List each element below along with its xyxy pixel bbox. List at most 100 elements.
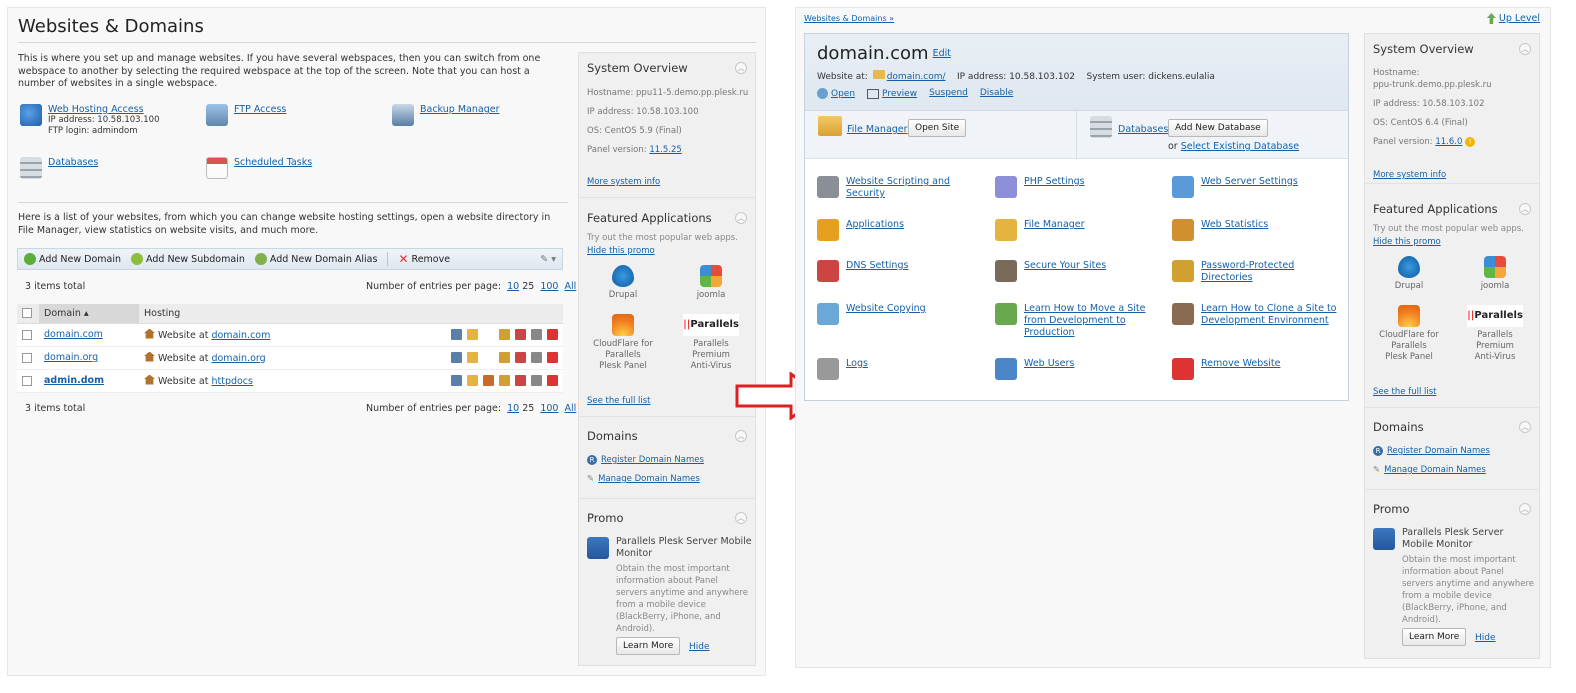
up-level[interactable]: Up Level [1486,13,1540,24]
hide-promo-box-link[interactable]: Hide [1475,633,1496,643]
flag-icon[interactable] [547,352,558,363]
log-icon[interactable] [531,375,542,386]
tools-menu-button[interactable]: ✎ ▾ [540,254,556,265]
open-site-button[interactable]: Open Site [908,119,967,137]
learn-more-button[interactable]: Learn More [616,637,681,655]
warning-icon[interactable]: ! [1465,137,1476,147]
manage-domains-link[interactable]: Manage Domain Names [598,474,700,484]
domain-link[interactable]: domain.org [44,352,98,363]
page-size-10[interactable]: 10 [507,403,519,414]
feature-copy[interactable]: Website Copying [817,303,982,325]
folder-icon[interactable] [467,352,478,363]
domain-link[interactable]: admin.dom [44,375,104,386]
hide-promo-link[interactable]: Hide this promo [587,246,655,256]
hosting-link[interactable]: httpdocs [211,376,253,387]
tool-databases[interactable]: Databases [20,157,98,179]
select-existing-db-link[interactable]: Select Existing Database [1181,141,1299,152]
app-cloudflare[interactable]: CloudFlare for Parallels Plesk Panel [1379,305,1439,363]
feature-remove[interactable]: Remove Website [1172,358,1337,380]
disable-link[interactable]: Disable [980,88,1013,99]
collapse-icon[interactable]: ︿ [1519,503,1531,515]
image-icon[interactable] [515,375,526,386]
app-drupal[interactable]: Drupal [1379,256,1439,292]
domain-link[interactable]: domain.com [44,329,103,340]
add-domain-button[interactable]: Add New Domain [24,253,121,265]
flag-icon[interactable] [547,375,558,386]
page-size-all[interactable]: All [565,281,577,292]
tool-scheduled[interactable]: Scheduled Tasks [206,157,312,179]
feature-upload[interactable]: Learn How to Move a Site from Developmen… [995,303,1160,339]
log-icon[interactable] [531,329,542,340]
feature-gear[interactable]: Applications [817,219,982,241]
feature-folder[interactable]: File Manager [995,219,1160,241]
open-action[interactable]: Open [817,88,855,99]
full-list-link[interactable]: See the full list [587,396,651,406]
app-parallels-av[interactable]: ||Parallels Parallels Premium Anti-Virus [681,314,741,372]
folder-icon[interactable] [467,375,478,386]
feature-house[interactable]: Learn How to Clone a Site to Development… [1172,303,1337,327]
page-size-25[interactable]: 25 [522,403,534,414]
feature-statistics[interactable]: Web Statistics [1172,219,1337,241]
more-info-link[interactable]: More system info [587,177,660,187]
hosting-link[interactable]: domain.org [211,353,265,364]
feature-certificate[interactable]: Secure Your Sites [995,260,1160,282]
statistics-icon[interactable] [499,352,510,363]
app-cloudflare[interactable]: CloudFlare for Parallels Plesk Panel [593,314,653,372]
statistics-icon[interactable] [499,375,510,386]
page-size-all[interactable]: All [565,403,577,414]
collapse-icon[interactable]: ︿ [735,430,747,442]
feature-users[interactable]: Web Users [995,358,1160,380]
ftp-link[interactable]: FTP Access [234,104,286,115]
databases-link[interactable]: Databases [48,157,98,168]
tools-icon[interactable] [483,375,494,386]
collapse-icon[interactable]: ︿ [735,62,747,74]
backup-link[interactable]: Backup Manager [420,104,499,115]
row-checkbox[interactable] [22,375,32,386]
log-icon[interactable] [531,352,542,363]
tool-ftp[interactable]: FTP Access [206,104,286,126]
collapse-icon[interactable]: ︿ [1519,203,1531,215]
feature-scripting[interactable]: Website Scripting and Security [817,176,982,200]
page-size-10[interactable]: 10 [507,281,519,292]
image-icon[interactable] [515,352,526,363]
edit-link[interactable]: Edit [933,48,951,59]
row-checkbox[interactable] [22,329,32,340]
tool-web-hosting[interactable]: Web Hosting Access IP address: 10.58.103… [20,104,159,137]
panel-version-link[interactable]: 11.6.0 [1435,137,1462,147]
register-domains-link[interactable]: Register Domain Names [1387,446,1490,456]
file-manager-link[interactable]: File Manager [847,124,908,135]
feature-lock-folder[interactable]: Password-Protected Directories [1172,260,1337,284]
hide-promo-box-link[interactable]: Hide [689,642,710,652]
preview-action[interactable]: Preview [867,88,917,99]
up-level-link[interactable]: Up Level [1499,13,1540,24]
collapse-icon[interactable]: ︿ [1519,421,1531,433]
app-joomla[interactable]: joomla [681,265,741,301]
app-joomla[interactable]: joomla [1465,256,1525,292]
select-all-checkbox[interactable] [22,308,32,319]
page-size-100[interactable]: 100 [540,403,558,414]
databases-link[interactable]: Databases [1118,124,1168,135]
statistics-icon[interactable] [499,329,510,340]
scheduled-tasks-link[interactable]: Scheduled Tasks [234,157,312,168]
full-list-link[interactable]: See the full list [1373,387,1437,397]
panel-version-link[interactable]: 11.5.25 [649,145,681,155]
folder-icon[interactable] [467,329,478,340]
app-drupal[interactable]: Drupal [593,265,653,301]
collapse-icon[interactable]: ︿ [735,512,747,524]
page-size-100[interactable]: 100 [540,281,558,292]
feature-web-server[interactable]: Web Server Settings [1172,176,1337,198]
breadcrumb[interactable]: Websites & Domains » [804,14,894,23]
web-hosting-link[interactable]: Web Hosting Access [48,104,159,115]
add-alias-button[interactable]: Add New Domain Alias [254,253,377,265]
remove-button[interactable]: ✕ Remove [398,252,450,266]
row-checkbox[interactable] [22,352,32,363]
hosting-link[interactable]: domain.com [211,330,270,341]
preview-icon[interactable] [451,329,462,340]
add-subdomain-button[interactable]: Add New Subdomain [131,253,245,265]
preview-icon[interactable] [451,375,462,386]
hide-promo-link[interactable]: Hide this promo [1373,237,1441,247]
tool-backup[interactable]: Backup Manager [392,104,499,126]
collapse-icon[interactable]: ︿ [735,212,747,224]
suspend-link[interactable]: Suspend [929,88,968,99]
preview-icon[interactable] [451,352,462,363]
